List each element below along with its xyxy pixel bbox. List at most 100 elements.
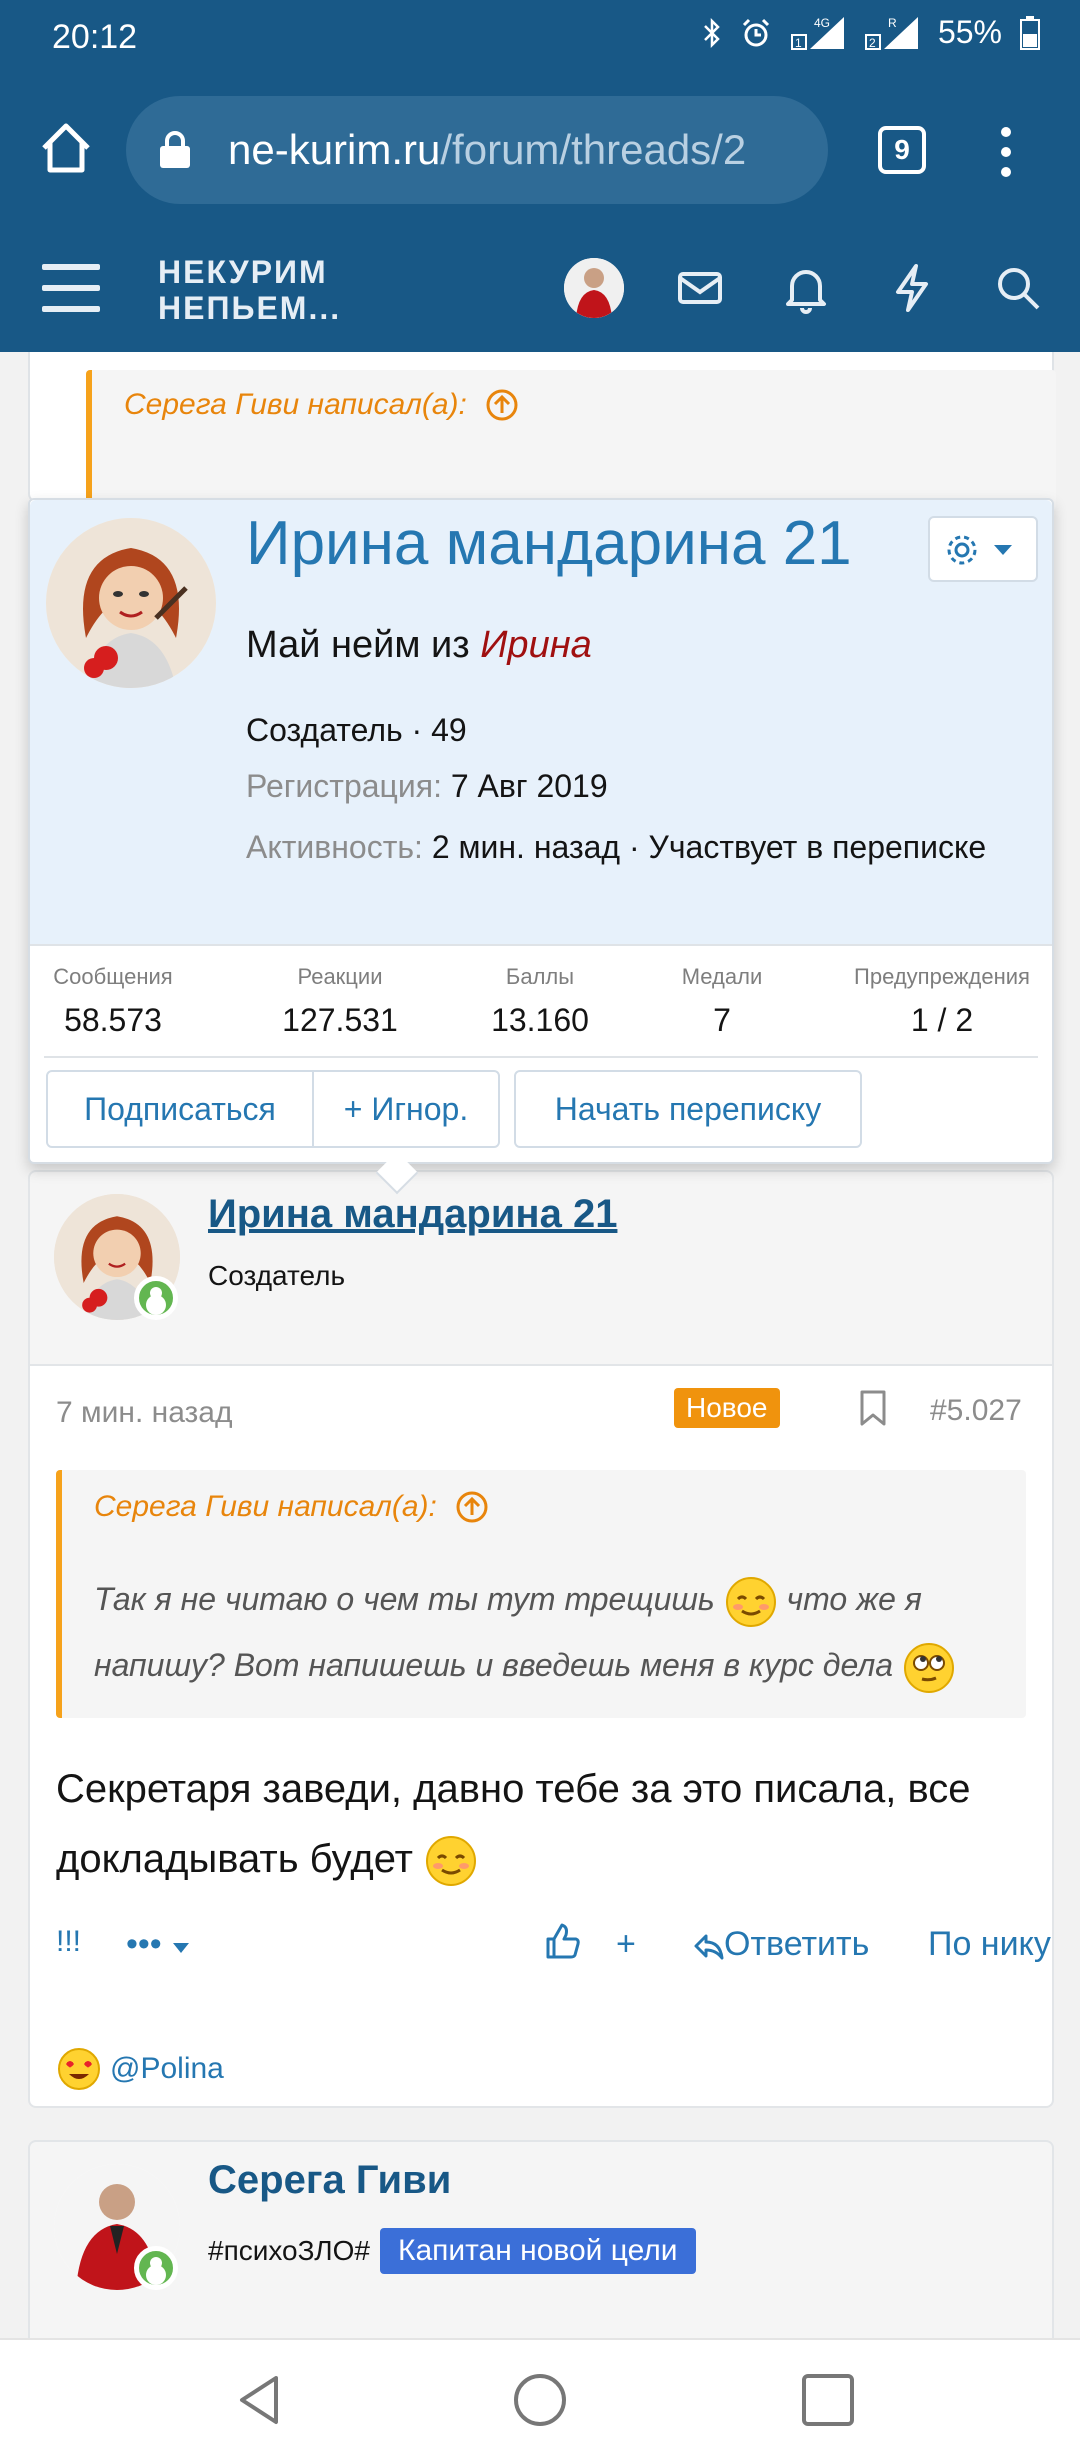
- member-actions-menu-button[interactable]: [928, 516, 1038, 582]
- quote-author[interactable]: Серега Гиви написал(а):: [124, 388, 467, 422]
- svg-text:R: R: [888, 16, 897, 30]
- follow-button[interactable]: Подписаться: [46, 1070, 314, 1148]
- next-post-author-block: Серега Гиви #психоЗЛО# Капитан новой цели: [28, 2140, 1054, 2340]
- post-author-name[interactable]: Ирина мандарина 21: [208, 1192, 617, 1237]
- battery-icon: [1020, 15, 1040, 50]
- next-post-author-name[interactable]: Серега Гиви: [208, 2158, 451, 2203]
- reply-arrow-icon: [694, 1934, 724, 1960]
- report-link[interactable]: !!!: [56, 1925, 81, 1959]
- start-conversation-button[interactable]: Начать переписку: [514, 1070, 862, 1148]
- member-registration: Регистрация: 7 Авг 2019: [246, 768, 608, 805]
- quote-header: Серега Гиви написал(а):: [124, 388, 519, 422]
- site-header: НЕКУРИМ НЕПЬЕМ...: [0, 224, 1080, 352]
- member-name[interactable]: Ирина мандарина 21: [246, 508, 852, 579]
- signal-roaming-icon: 2 R: [864, 16, 918, 50]
- reply-label: Ответить: [724, 1925, 870, 1963]
- gear-icon: [947, 535, 977, 565]
- address-bar[interactable]: ne-kurim.ru/forum/threads/2: [126, 96, 828, 204]
- more-options-button[interactable]: •••: [126, 1925, 191, 1964]
- member-role-line: Создатель · 49: [246, 712, 467, 748]
- status-icons: 1 4G 2 R 55%: [702, 14, 1040, 51]
- bookmark-icon[interactable]: [858, 1390, 888, 1426]
- post-quote-author[interactable]: Серега Гиви написал(а):: [94, 1490, 437, 1524]
- battery-percent: 55%: [937, 14, 1002, 50]
- next-post-author-role: #психоЗЛО# Капитан новой цели: [208, 2228, 696, 2274]
- jump-to-quote-icon[interactable]: [455, 1490, 489, 1524]
- stat-value: 127.531: [282, 1002, 398, 1038]
- post-message: Секретаря заведи, давно тебе за это писа…: [56, 1754, 1046, 1894]
- multi-quote-button[interactable]: +: [616, 1925, 636, 1964]
- recents-icon[interactable]: [798, 2370, 858, 2430]
- tab-switcher-button[interactable]: 9: [878, 126, 926, 174]
- stat-reactions[interactable]: Реакции 127.531: [260, 964, 420, 1039]
- reaction-summary[interactable]: @Polina: [56, 2046, 224, 2092]
- reply-button[interactable]: Ответить: [692, 1925, 869, 1964]
- stat-medals[interactable]: Медали 7: [662, 964, 782, 1039]
- stat-points[interactable]: Баллы 13.160: [470, 964, 610, 1039]
- member-stats: Сообщения 58.573 Реакции 127.531 Баллы 13.1…: [30, 944, 1052, 1058]
- url-domain: ne-kurim.ru: [228, 126, 441, 173]
- member-custom-title: Май нейм из Ирина: [246, 624, 592, 667]
- post-quote-text: Так я не читаю о чем ты тут трещишь что …: [94, 1566, 1014, 1698]
- stat-value: 58.573: [64, 1002, 162, 1038]
- account-avatar[interactable]: [564, 258, 624, 318]
- post-actions: !!! ••• + Ответить По нику: [56, 1921, 1051, 1971]
- stat-label: Баллы: [505, 964, 575, 989]
- like-icon[interactable]: [542, 1921, 582, 1961]
- ignore-button[interactable]: + Игнор.: [312, 1070, 500, 1148]
- activity-value: 2 мин. назад · Участвует в переписке: [431, 829, 987, 865]
- post-time[interactable]: 7 мин. назад: [56, 1396, 233, 1430]
- post-author-role: Создатель: [208, 1260, 346, 1291]
- post-quote-header: Серега Гиви написал(а):: [94, 1490, 489, 1524]
- stat-label: Реакции: [297, 964, 383, 989]
- title-name: Ирина: [480, 624, 592, 666]
- logo-line-1: НЕКУРИМ: [158, 254, 328, 290]
- home-circle-icon[interactable]: [510, 2370, 570, 2430]
- status-bar: 20:12 1 4G 2 R 55%: [0, 0, 1080, 78]
- back-icon[interactable]: [232, 2370, 288, 2430]
- jump-to-quote-icon[interactable]: [485, 388, 519, 422]
- post-number[interactable]: #5.027: [930, 1394, 1022, 1428]
- reaction-user[interactable]: @Polina: [110, 2052, 224, 2086]
- stat-messages[interactable]: Сообщения 58.573: [42, 964, 184, 1039]
- hamburger-menu-icon[interactable]: [42, 264, 100, 312]
- divider: [44, 1056, 1038, 1058]
- post-body: 7 мин. назад Новое #5.027 Серега Гиви на…: [28, 1366, 1054, 2108]
- signal-4g-icon: 1 4G: [790, 16, 844, 50]
- member-activity: Активность: 2 мин. назад · Участвует в п…: [246, 824, 1026, 870]
- home-icon[interactable]: [36, 118, 96, 178]
- member-avatar[interactable]: [46, 518, 216, 688]
- system-navigation-bar: [0, 2338, 1080, 2460]
- blush-emoji-icon: [426, 1836, 477, 1887]
- stat-warnings[interactable]: Предупреждения 1 / 2: [842, 964, 1042, 1039]
- logo-line-2: НЕПЬЕМ...: [158, 290, 342, 326]
- stat-label: Сообщения: [53, 964, 173, 989]
- svg-text:1: 1: [795, 36, 802, 50]
- clock: 20:12: [52, 18, 138, 56]
- rolling-eyes-emoji-icon: [903, 1642, 954, 1693]
- site-logo[interactable]: НЕКУРИМ НЕПЬЕМ...: [158, 254, 341, 326]
- lock-icon: [160, 131, 190, 168]
- browser-menu-icon[interactable]: [996, 124, 1016, 180]
- stat-label: Медали: [681, 964, 763, 989]
- user-banner: Капитан новой цели: [379, 2228, 696, 2274]
- user-title: #психоЗЛО#: [208, 2235, 370, 2266]
- member-tooltip: Ирина мандарина 21 Май нейм из Ирина Соз…: [28, 498, 1054, 1164]
- online-status-icon: [134, 2246, 178, 2290]
- lightning-icon[interactable]: [884, 260, 940, 316]
- svg-text:2: 2: [869, 36, 876, 50]
- stat-value: 1 / 2: [910, 1002, 974, 1038]
- chevron-down-icon: [994, 545, 1012, 555]
- bluetooth-icon: [704, 17, 720, 48]
- inbox-icon[interactable]: [672, 260, 728, 316]
- browser-toolbar: ne-kurim.ru/forum/threads/2 9: [0, 78, 1080, 224]
- quote-text-part1: Так я не читаю о чем ты тут трещишь: [94, 1581, 715, 1617]
- title-prefix: Май нейм из: [246, 624, 470, 666]
- bell-icon[interactable]: [778, 260, 834, 316]
- stat-label: Предупреждения: [854, 964, 1030, 989]
- search-icon[interactable]: [990, 260, 1046, 316]
- chevron-down-icon: [173, 1943, 190, 1953]
- reply-by-nick-button[interactable]: По нику: [928, 1925, 1051, 1964]
- previous-post-card: Серега Гиви написал(а):: [28, 352, 1056, 510]
- member-tooltip-header: Ирина мандарина 21 Май нейм из Ирина Соз…: [30, 500, 1052, 944]
